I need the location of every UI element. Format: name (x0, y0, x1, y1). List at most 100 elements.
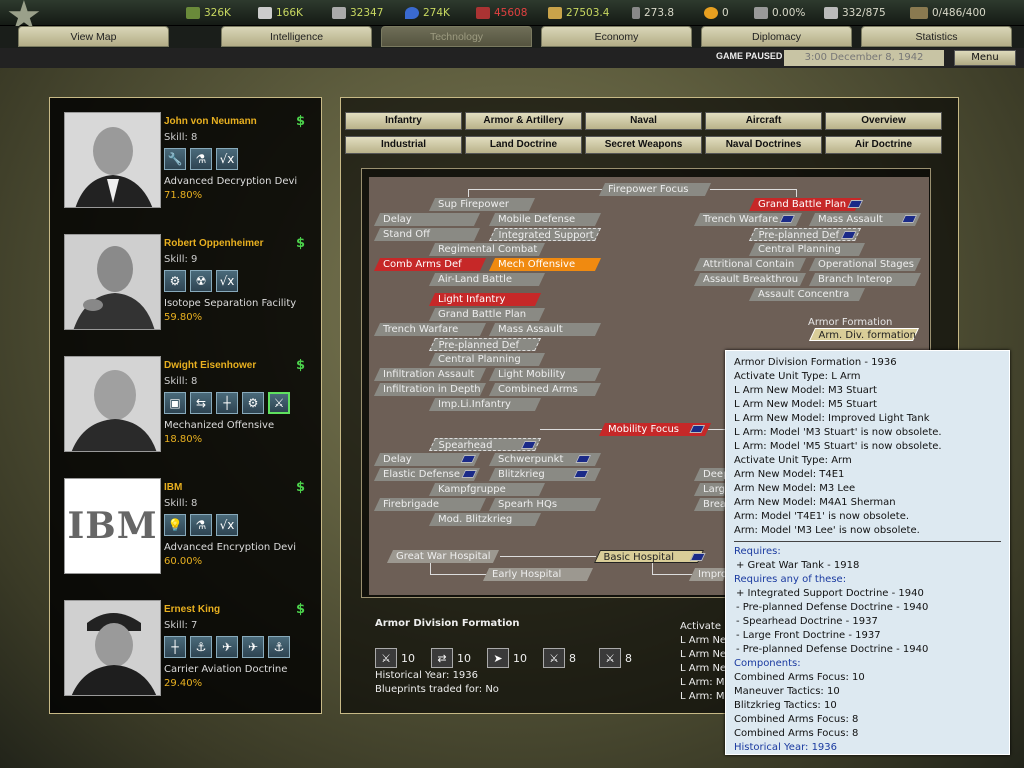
tech-elastic-defense[interactable]: Elastic Defense (373, 468, 481, 481)
tech-pre-planned-def[interactable]: Pre-planned Def (428, 338, 542, 351)
infantry-icon: ⚔ (543, 648, 565, 668)
category-land-doctrine[interactable]: Land Doctrine (465, 136, 582, 154)
tech-delay[interactable]: Delay (373, 213, 481, 226)
team-progress: 18.80% (164, 434, 203, 445)
resource-manpower[interactable]: 273.8 (632, 5, 674, 21)
category-secret-weapons[interactable]: Secret Weapons (585, 136, 702, 154)
category-naval-doctrines[interactable]: Naval Doctrines (705, 136, 822, 154)
armor-formation-label: Armor Formation (808, 317, 893, 328)
tech-assault-breakthrou[interactable]: Assault Breakthrou (693, 273, 807, 286)
research-slot-1[interactable]: John von Neumann Skill: 8 $ 🔧 ⚗ √x Advan… (64, 112, 314, 212)
team-specialty-icons: ┼ ⚓ ✈ ✈ ⚓ (164, 636, 290, 658)
tech-mech-offensive[interactable]: Mech Offensive (488, 258, 602, 271)
tech-spearh-hqs[interactable]: Spearh HQs (488, 498, 602, 511)
tech-mass-assault-right[interactable]: Mass Assault (808, 213, 922, 226)
component-2: ⇄ 10 (431, 648, 471, 668)
category-air-doctrine[interactable]: Air Doctrine (825, 136, 942, 154)
component-4: ⚔ 8 (543, 648, 576, 668)
tech-combined-arms[interactable]: Combined Arms (488, 383, 602, 396)
category-industrial[interactable]: Industrial (345, 136, 462, 154)
tech-central-planning-right[interactable]: Central Planning (748, 243, 866, 256)
tech-mobile-defense[interactable]: Mobile Defense (488, 213, 602, 226)
team-photo-oppenheimer (64, 234, 161, 330)
category-overview[interactable]: Overview (825, 112, 942, 130)
flag-icon (901, 215, 917, 223)
resource-energy[interactable]: 326K (186, 5, 231, 21)
tech-pre-planned-def-right[interactable]: Pre-planned Def (748, 228, 862, 241)
tech-delay-mobility[interactable]: Delay (373, 453, 481, 466)
tab-technology[interactable]: Technology (381, 26, 532, 47)
tech-infiltration-depth[interactable]: Infiltration in Depth (373, 383, 487, 396)
tech-firebrigade[interactable]: Firebrigade (373, 498, 487, 511)
tech-comb-arms-def[interactable]: Comb Arms Def (373, 258, 487, 271)
team-photo-eisenhower (64, 356, 161, 452)
ibm-logo: IBM (67, 505, 158, 547)
tech-operational-stages[interactable]: Operational Stages (808, 258, 922, 271)
tab-intelligence[interactable]: Intelligence (221, 26, 372, 47)
category-armor-artillery[interactable]: Armor & Artillery (465, 112, 582, 130)
tab-view-map[interactable]: View Map (18, 26, 169, 47)
tech-regimental-combat[interactable]: Regimental Combat (428, 243, 546, 256)
tech-spearhead[interactable]: Spearhead (428, 438, 542, 451)
tech-branch-interop[interactable]: Branch Interop (808, 273, 922, 286)
requires-any-label: Requires any of these: (734, 574, 847, 585)
tech-assault-concentra[interactable]: Assault Concentra (748, 288, 866, 301)
tech-integrated-support[interactable]: Integrated Support (488, 228, 602, 241)
tech-attritional-contain[interactable]: Attritional Contain (693, 258, 807, 271)
category-aircraft[interactable]: Aircraft (705, 112, 822, 130)
tech-mod-blitzkrieg[interactable]: Mod. Blitzkrieg (428, 513, 542, 526)
resource-supplies[interactable]: 45608 (476, 5, 527, 21)
tech-blitzkrieg[interactable]: Blitzkrieg (488, 468, 602, 481)
tech-firepower-focus[interactable]: Firepower Focus (598, 183, 712, 196)
artillery-icon: ┼ (216, 392, 238, 414)
tech-sup-firepower[interactable]: Sup Firepower (428, 198, 536, 211)
menu-button[interactable]: Menu (954, 50, 1016, 66)
research-slot-4[interactable]: IBM IBM Skill: 8 $ 💡 ⚗ √x Advanced Encry… (64, 478, 314, 578)
tech-basic-hospital[interactable]: Basic Hospital (593, 550, 707, 563)
aircraft-icon: ✈ (216, 636, 238, 658)
tech-mobility-focus[interactable]: Mobility Focus (598, 423, 712, 436)
tech-arm-div-formation[interactable]: Arm. Div. formation (808, 328, 920, 341)
tab-statistics[interactable]: Statistics (861, 26, 1012, 47)
tech-great-war-hospital[interactable]: Great War Hospital (386, 550, 500, 563)
resource-rare-materials[interactable]: 32347 (332, 5, 383, 21)
tech-improved-hospital[interactable]: Impro (688, 568, 730, 581)
infantry-icon: ⚔ (599, 648, 621, 668)
resource-convoy[interactable]: 332/875 (824, 5, 886, 21)
tech-grand-battle-plan-right[interactable]: Grand Battle Plan (748, 198, 864, 211)
research-slot-5[interactable]: Ernest King Skill: 7 $ ┼ ⚓ ✈ ✈ ⚓ Carrier… (64, 600, 314, 700)
tech-infiltration-assault[interactable]: Infiltration Assault (373, 368, 487, 381)
tech-trench-warfare-right[interactable]: Trench Warfare (693, 213, 803, 226)
resource-oil[interactable]: 274K (405, 5, 450, 21)
resource-dissent[interactable]: 0.00% (754, 5, 805, 21)
flag-icon (840, 231, 857, 239)
research-slot-3[interactable]: Dwight Eisenhower Skill: 8 $ ▣ ⇆ ┼ ⚙ ⚔ M… (64, 356, 314, 456)
energy-icon (186, 7, 200, 19)
tab-diplomacy[interactable]: Diplomacy (701, 26, 852, 47)
tech-kampfgruppe[interactable]: Kampfgruppe (428, 483, 546, 496)
resource-metal[interactable]: 166K (258, 5, 303, 21)
tech-grand-battle-plan[interactable]: Grand Battle Plan (428, 308, 546, 321)
tech-schwerpunkt[interactable]: Schwerpunkt (488, 453, 602, 466)
tech-air-land-battle[interactable]: Air-Land Battle (428, 273, 546, 286)
resource-escorts[interactable]: 0/486/400 (910, 5, 986, 21)
tech-light-mobility[interactable]: Light Mobility (488, 368, 602, 381)
tech-stand-off[interactable]: Stand Off (373, 228, 481, 241)
tech-trench-warfare[interactable]: Trench Warfare (373, 323, 487, 336)
category-infantry[interactable]: Infantry (345, 112, 462, 130)
resource-transports[interactable]: 0 (704, 5, 729, 21)
flask-icon: ⚗ (190, 514, 212, 536)
tech-light-infantry[interactable]: Light Infantry (428, 293, 542, 306)
category-naval[interactable]: Naval (585, 112, 702, 130)
resource-money[interactable]: 27503.4 (548, 5, 609, 21)
flag-icon (520, 441, 537, 449)
research-slots-panel: John von Neumann Skill: 8 $ 🔧 ⚗ √x Advan… (49, 97, 322, 714)
research-slot-2[interactable]: Robert Oppenheimer Skill: 9 $ ⚙ ☢ √x Iso… (64, 234, 314, 334)
tech-central-planning[interactable]: Central Planning (428, 353, 546, 366)
tree-connector (468, 189, 469, 197)
tech-mass-assault[interactable]: Mass Assault (488, 323, 602, 336)
tech-early-hospital[interactable]: Early Hospital (482, 568, 594, 581)
tree-connector (796, 189, 797, 197)
tab-economy[interactable]: Economy (541, 26, 692, 47)
tech-imp-li-infantry[interactable]: Imp.Li.Infantry (428, 398, 542, 411)
